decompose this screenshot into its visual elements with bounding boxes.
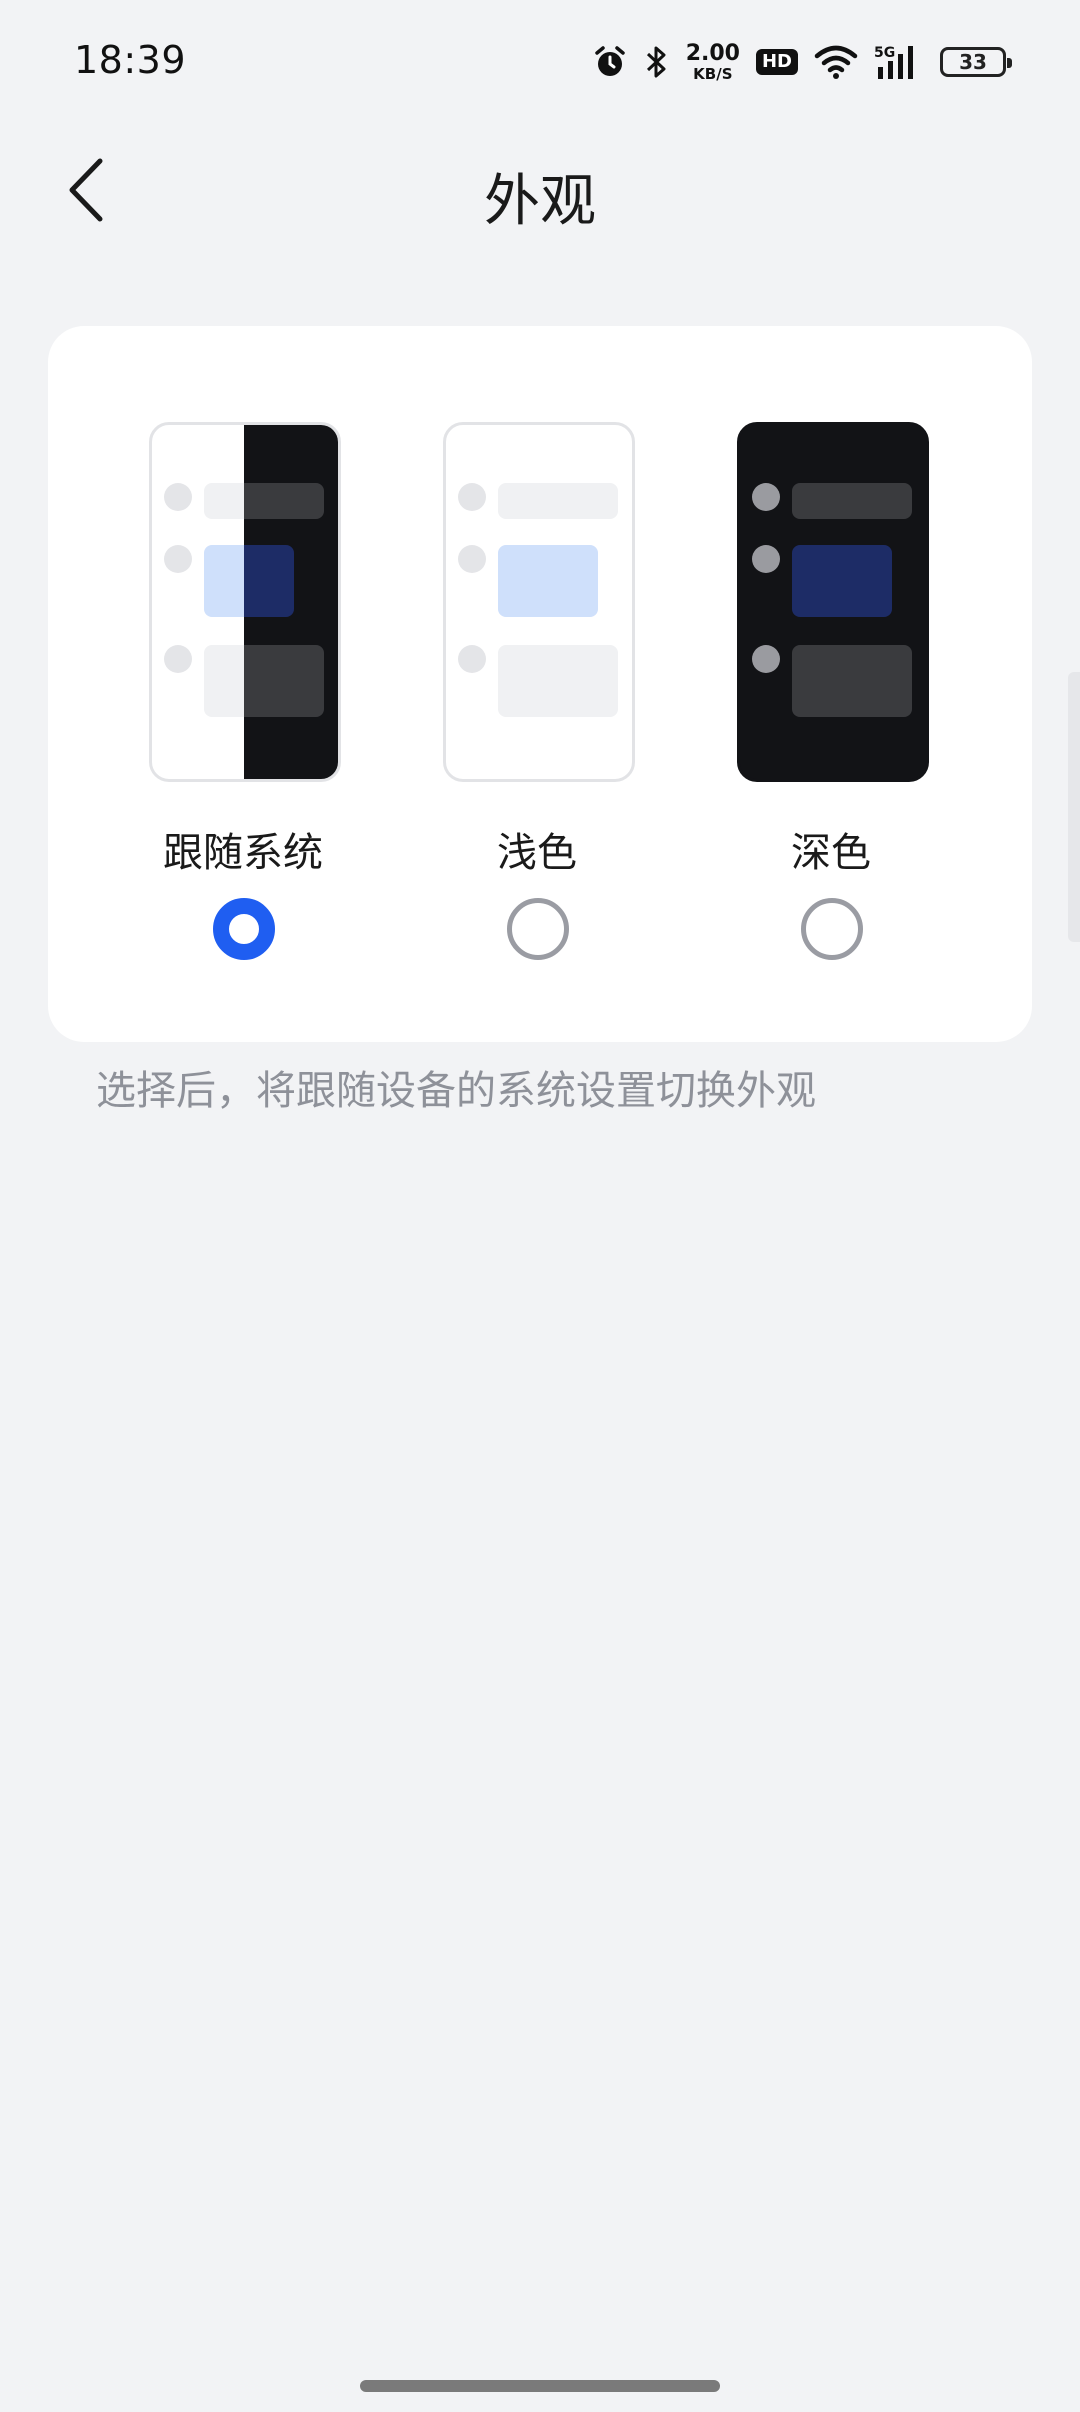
option-follow-system[interactable]: 跟随系统 bbox=[118, 326, 368, 1042]
signal-label: 5G bbox=[874, 45, 895, 61]
hd-icon: HD bbox=[755, 49, 798, 75]
preview-bar bbox=[792, 483, 912, 519]
preview-bar bbox=[204, 483, 244, 519]
status-time: 18:39 bbox=[74, 38, 187, 82]
preview-bar bbox=[498, 645, 618, 717]
preview-dot bbox=[752, 645, 780, 673]
preview-dot bbox=[458, 545, 486, 573]
network-speed-unit: KB/S bbox=[693, 64, 733, 83]
preview-dot bbox=[458, 483, 486, 511]
preview-bar bbox=[244, 645, 324, 717]
option-light[interactable]: 浅色 bbox=[412, 326, 662, 1042]
preview-bar bbox=[244, 483, 324, 519]
header: 外观 bbox=[0, 120, 1080, 260]
radio-dark[interactable] bbox=[801, 898, 863, 960]
option-label: 浅色 bbox=[497, 830, 577, 876]
preview-bar bbox=[244, 545, 294, 617]
preview-dot bbox=[164, 483, 192, 511]
preview-bar bbox=[204, 645, 244, 717]
home-indicator[interactable] bbox=[360, 2380, 720, 2392]
alarm-icon bbox=[592, 44, 628, 80]
radio-follow-system[interactable] bbox=[213, 898, 275, 960]
preview-dot bbox=[752, 483, 780, 511]
preview-dot bbox=[164, 645, 192, 673]
scroll-edge-indicator bbox=[1068, 672, 1080, 942]
battery-level: 33 bbox=[959, 50, 987, 74]
option-label: 跟随系统 bbox=[163, 830, 323, 876]
network-speed-value: 2.00 bbox=[685, 40, 740, 66]
appearance-card: 跟随系统 浅色 深色 bbox=[48, 326, 1032, 1042]
appearance-hint: 选择后，将跟随设备的系统设置切换外观 bbox=[96, 1068, 816, 1114]
bluetooth-icon bbox=[644, 43, 670, 81]
preview-dark bbox=[737, 422, 929, 782]
option-label: 深色 bbox=[791, 830, 871, 876]
preview-light bbox=[443, 422, 635, 782]
preview-bar bbox=[204, 545, 244, 617]
battery-icon: 33 bbox=[940, 47, 1012, 77]
preview-dot bbox=[458, 645, 486, 673]
option-dark[interactable]: 深色 bbox=[706, 326, 956, 1042]
preview-dot bbox=[752, 545, 780, 573]
preview-bar bbox=[498, 545, 598, 617]
network-speed: 2.00 KB/S bbox=[685, 40, 740, 83]
signal-5g-icon: 5G bbox=[874, 43, 924, 81]
status-icons: 2.00 KB/S HD 5G 33 bbox=[592, 36, 1012, 88]
status-bar: 18:39 2.00 KB/S HD 5G 33 bbox=[0, 0, 1080, 120]
preview-bar bbox=[792, 645, 912, 717]
preview-dot bbox=[164, 545, 192, 573]
appearance-settings-page: 18:39 2.00 KB/S HD 5G 33 外观 跟随系统 浅色 深色 选… bbox=[0, 0, 1080, 2412]
preview-bar bbox=[498, 483, 618, 519]
page-title: 外观 bbox=[484, 169, 596, 234]
radio-light[interactable] bbox=[507, 898, 569, 960]
wifi-icon bbox=[814, 44, 858, 80]
preview-bar bbox=[792, 545, 892, 617]
preview-follow-system bbox=[149, 422, 341, 782]
